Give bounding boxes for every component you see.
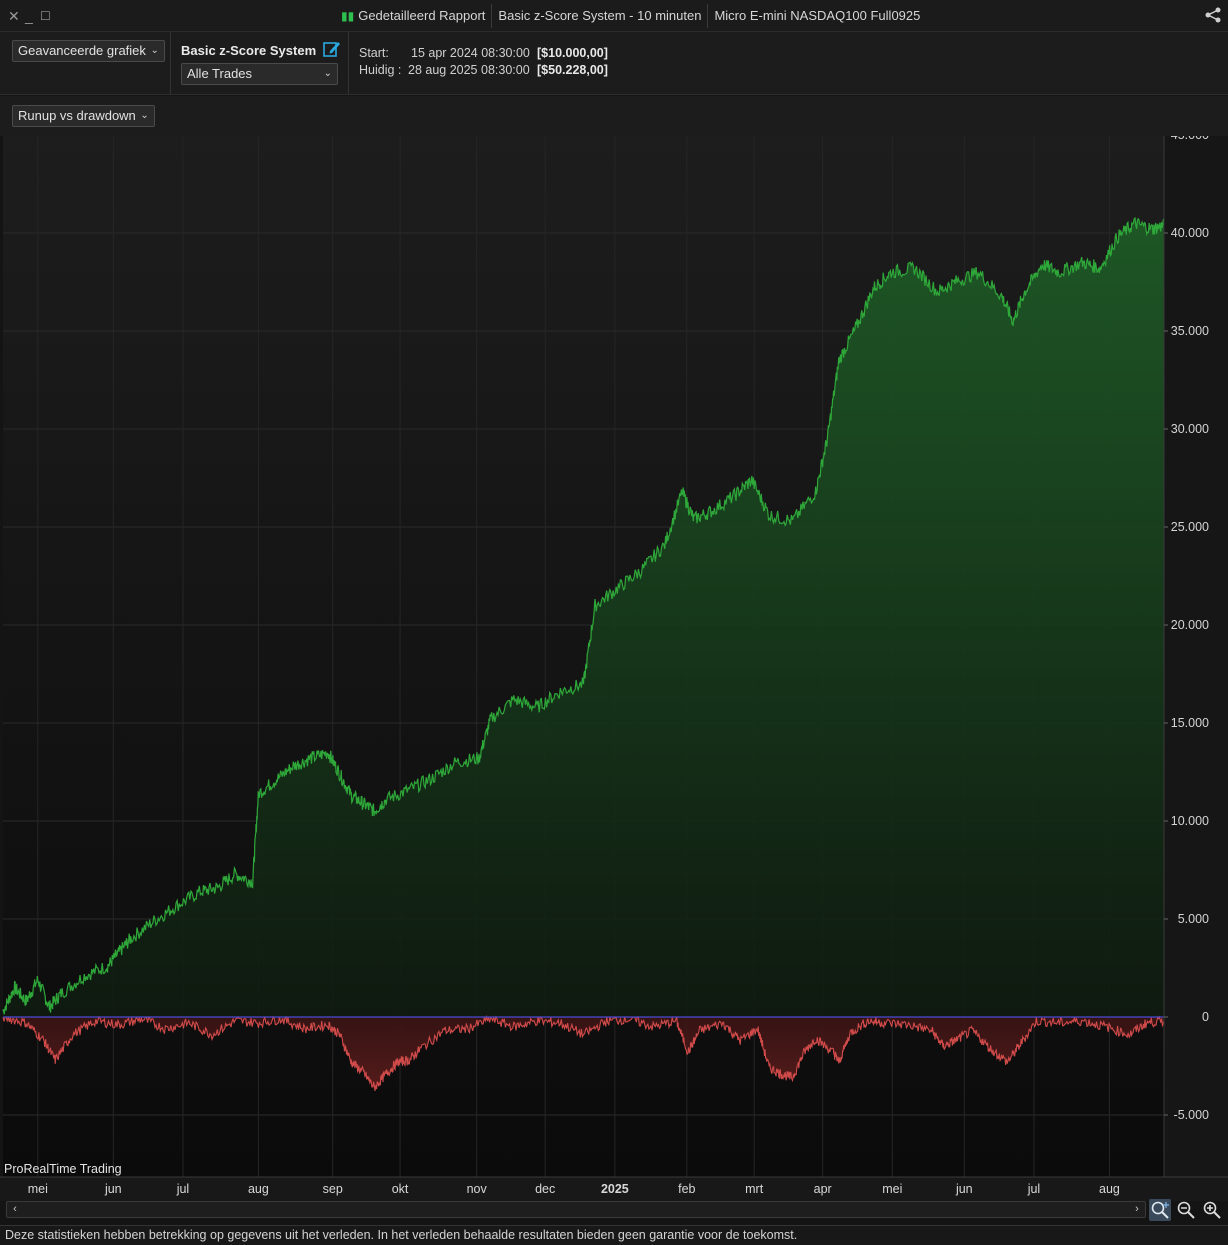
y-tick-label: 15.000 bbox=[1171, 716, 1209, 730]
divider bbox=[348, 32, 349, 95]
title-bar: ✕ _ ☐ ▮▮ Gedetailleerd Rapport Basic z-Sc… bbox=[0, 0, 1228, 32]
start-value: [$10.000,00] bbox=[537, 46, 608, 60]
scroll-left-icon[interactable]: ‹ bbox=[8, 1202, 22, 1217]
x-tick-label: 2025 bbox=[601, 1182, 629, 1196]
chart-svg: 45.000 40.000 35.000 30.000 25.000 20.000 15.0… bbox=[0, 128, 1228, 1201]
x-tick-label: apr bbox=[814, 1182, 832, 1196]
title-section-system[interactable]: Basic z-Score System - 10 minuten bbox=[491, 4, 707, 28]
x-tick-label: mei bbox=[882, 1182, 902, 1196]
view-toolbar bbox=[0, 96, 1228, 136]
horizontal-scrollbar[interactable]: ‹ › bbox=[6, 1201, 1146, 1218]
x-tick-label: jun bbox=[104, 1182, 122, 1196]
disclaimer-bar: Deze statistieken hebben betrekking op g… bbox=[0, 1225, 1228, 1245]
scroll-right-icon[interactable]: › bbox=[1130, 1202, 1144, 1217]
brand-label: ProRealTime Trading bbox=[4, 1162, 122, 1176]
x-tick-label: mrt bbox=[745, 1182, 764, 1196]
x-tick-label: aug bbox=[1099, 1182, 1120, 1196]
y-tick-label: 20.000 bbox=[1171, 618, 1209, 632]
start-label: Start: bbox=[359, 46, 389, 60]
start-date: 15 apr 2024 08:30:00 bbox=[411, 46, 530, 60]
y-tick-label: 45.000 bbox=[1171, 136, 1209, 142]
x-tick-label: jul bbox=[176, 1182, 190, 1196]
title-section-report[interactable]: ▮▮ Gedetailleerd Rapport bbox=[335, 4, 491, 28]
minimize-icon[interactable]: _ bbox=[25, 7, 33, 25]
y-tick-label: 30.000 bbox=[1171, 422, 1209, 436]
x-tick-label: feb bbox=[678, 1182, 695, 1196]
trades-filter-dropdown[interactable]: Alle Trades ⌄ bbox=[181, 63, 338, 85]
y-tick-label: 35.000 bbox=[1171, 324, 1209, 338]
x-tick-label: dec bbox=[535, 1182, 555, 1196]
runup-drawdown-chart[interactable]: 45.000 40.000 35.000 30.000 25.000 20.000 15.0… bbox=[0, 128, 1228, 1201]
chart-type-dropdown[interactable]: Geavanceerde grafiek ⌄ bbox=[12, 40, 165, 62]
close-icon[interactable]: ✕ bbox=[8, 7, 20, 25]
x-tick-label: mei bbox=[28, 1182, 48, 1196]
current-date: 28 aug 2025 08:30:00 bbox=[408, 63, 530, 77]
y-tick-label: 40.000 bbox=[1171, 226, 1209, 240]
y-tick-label: 25.000 bbox=[1171, 520, 1209, 534]
x-tick-label: aug bbox=[248, 1182, 269, 1196]
x-tick-label: sep bbox=[323, 1182, 343, 1196]
title-sections: ▮▮ Gedetailleerd Rapport Basic z-Score Sy… bbox=[335, 4, 926, 28]
x-tick-label: okt bbox=[392, 1182, 409, 1196]
x-tick-label: nov bbox=[467, 1182, 488, 1196]
y-tick-label: 5.000 bbox=[1178, 912, 1209, 926]
x-tick-label: jun bbox=[955, 1182, 973, 1196]
edit-icon[interactable] bbox=[323, 40, 341, 57]
zoom-fit-icon[interactable] bbox=[1149, 1199, 1171, 1221]
view-dropdown[interactable]: Runup vs drawdown ⌄ bbox=[12, 105, 155, 127]
zoom-in-icon[interactable] bbox=[1201, 1199, 1223, 1221]
x-tick-label: jul bbox=[1027, 1182, 1041, 1196]
maximize-icon[interactable]: ☐ bbox=[40, 7, 51, 25]
y-axis-panel bbox=[1164, 136, 1228, 1177]
zoom-out-icon[interactable] bbox=[1175, 1199, 1197, 1221]
chevron-down-icon: ⌄ bbox=[140, 110, 149, 121]
chevron-down-icon: ⌄ bbox=[323, 68, 332, 79]
share-icon[interactable] bbox=[1204, 6, 1222, 24]
divider bbox=[170, 32, 171, 95]
chevron-down-icon: ⌄ bbox=[150, 45, 159, 56]
current-label: Huidig : bbox=[359, 63, 402, 77]
title-section-instrument[interactable]: Micro E-mini NASDAQ100 Full0925 bbox=[707, 4, 926, 28]
y-tick-label: 10.000 bbox=[1171, 814, 1209, 828]
current-value: [$50.228,00] bbox=[537, 63, 608, 77]
y-tick-label: 0 bbox=[1202, 1010, 1209, 1024]
system-name: Basic z-Score System bbox=[181, 43, 317, 58]
candlestick-icon: ▮▮ bbox=[341, 9, 355, 23]
y-tick-label: -5.000 bbox=[1174, 1108, 1209, 1122]
